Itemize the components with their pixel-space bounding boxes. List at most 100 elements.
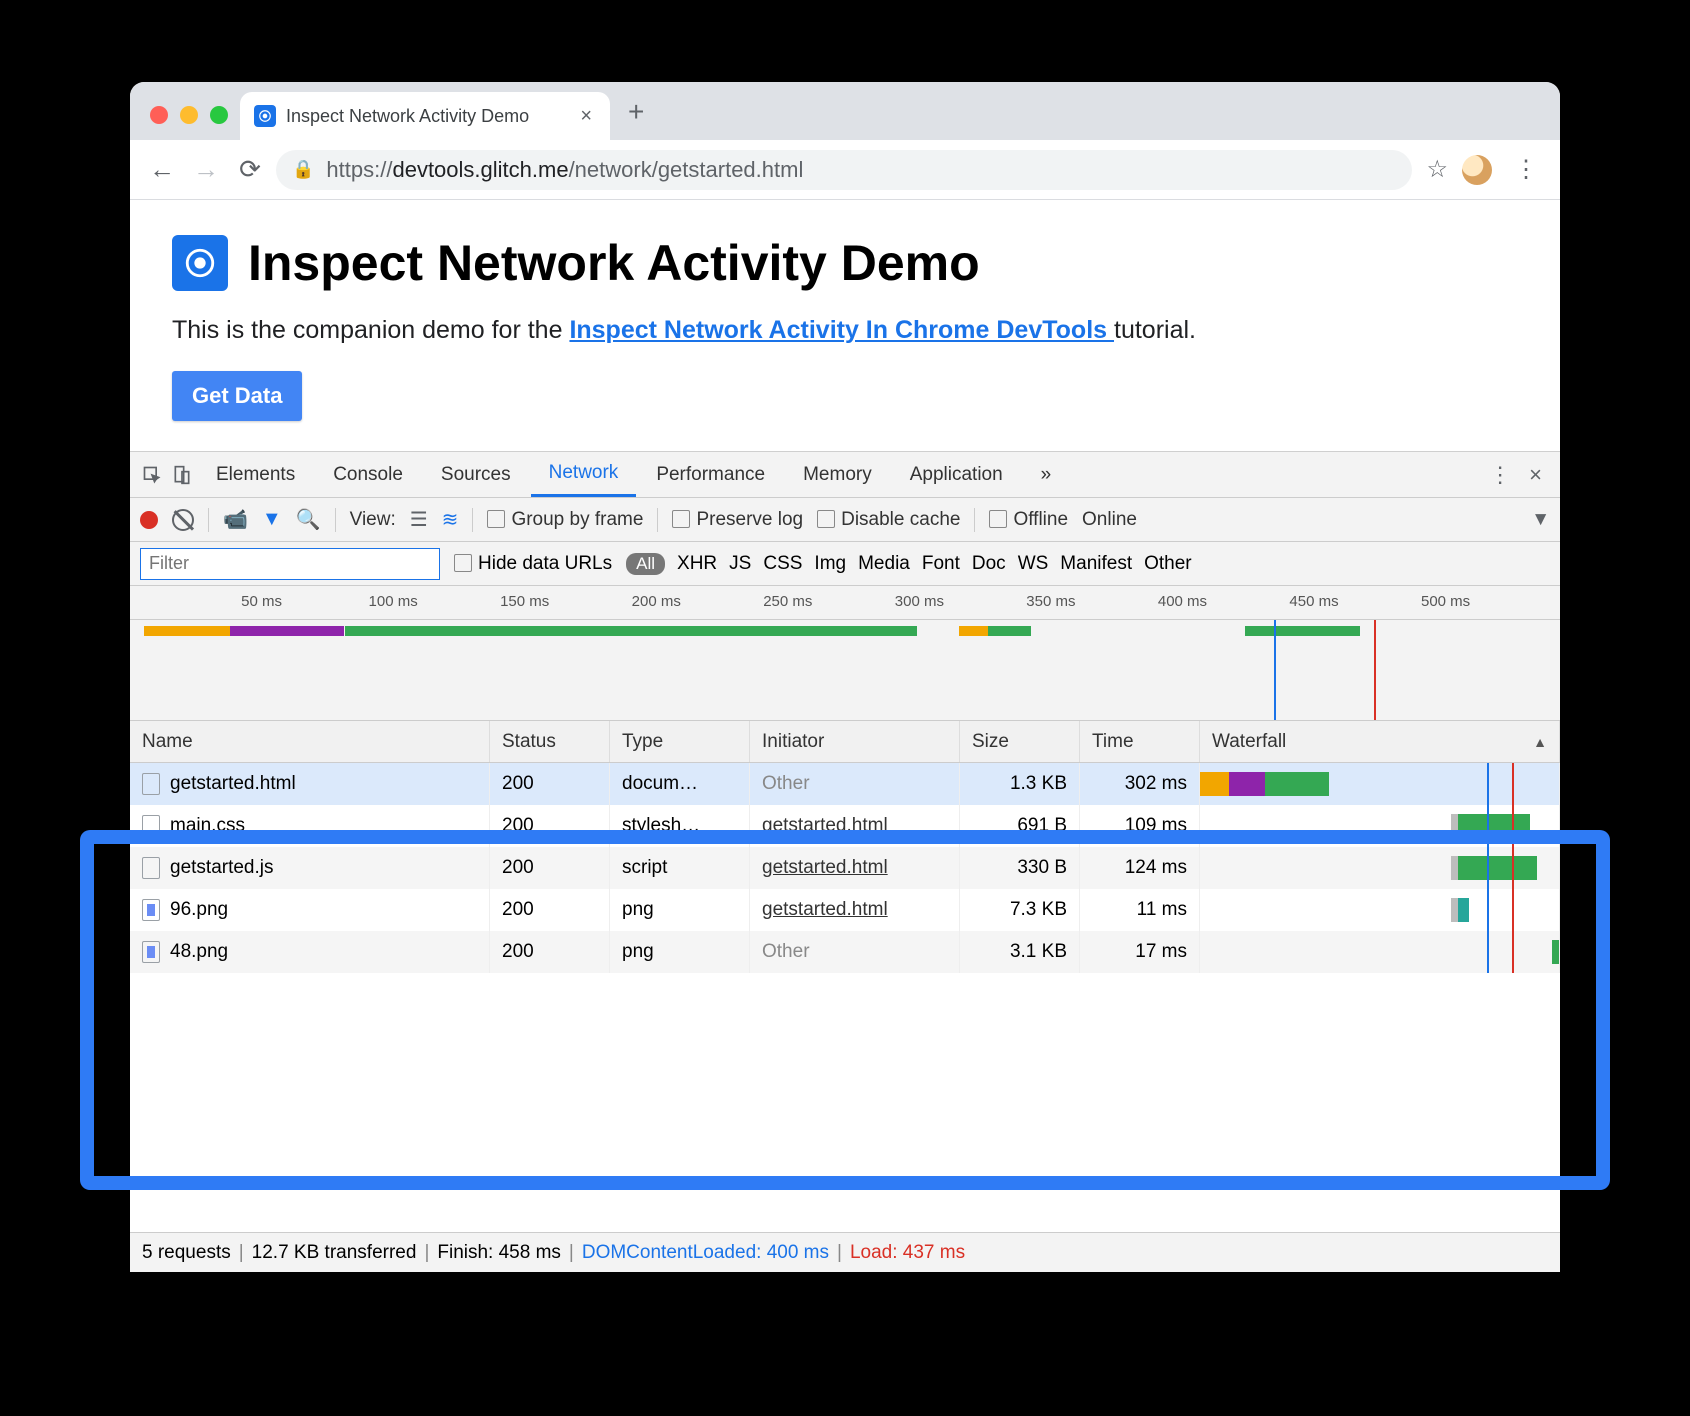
online-label[interactable]: Online xyxy=(1082,509,1137,531)
address-bar-row: ← → ⟳ 🔒 https://devtools.glitch.me/netwo… xyxy=(130,140,1560,200)
devtools-close-icon[interactable]: × xyxy=(1529,462,1542,488)
offline-checkbox[interactable]: Offline xyxy=(989,509,1068,531)
tab-close-icon[interactable]: × xyxy=(580,105,592,128)
inspect-element-icon[interactable] xyxy=(138,461,166,489)
network-toolbar: 📹 ▼ 🔍 View: ☰ ≋ Group by frame Preserve … xyxy=(130,498,1560,542)
col-size[interactable]: Size xyxy=(960,721,1080,762)
get-data-button[interactable]: Get Data xyxy=(172,371,302,421)
clear-button[interactable] xyxy=(172,509,194,531)
table-row[interactable]: getstarted.js200scriptgetstarted.html330… xyxy=(130,847,1560,889)
type-filter-ws[interactable]: WS xyxy=(1018,553,1049,575)
browser-window: Inspect Network Activity Demo × + ← → ⟳ … xyxy=(130,82,1560,1272)
divider xyxy=(335,508,336,532)
page-content: Inspect Network Activity Demo This is th… xyxy=(130,200,1560,451)
tab-strip: Inspect Network Activity Demo × + xyxy=(130,82,1560,140)
ruler-tick: 200 ms xyxy=(632,593,681,610)
type-filter-img[interactable]: Img xyxy=(814,553,846,575)
filter-input[interactable] xyxy=(140,548,440,580)
back-button[interactable]: ← xyxy=(144,152,180,188)
file-icon xyxy=(142,773,160,795)
col-initiator[interactable]: Initiator xyxy=(750,721,960,762)
type-filter-media[interactable]: Media xyxy=(858,553,910,575)
type-filter-font[interactable]: Font xyxy=(922,553,960,575)
ruler-tick: 100 ms xyxy=(369,593,418,610)
type-filter-other[interactable]: Other xyxy=(1144,553,1192,575)
address-bar[interactable]: 🔒 https://devtools.glitch.me/network/get… xyxy=(276,150,1412,190)
disable-cache-checkbox[interactable]: Disable cache xyxy=(817,509,960,531)
close-window-button[interactable] xyxy=(150,106,168,124)
record-button[interactable] xyxy=(140,511,158,529)
type-filter-doc[interactable]: Doc xyxy=(972,553,1006,575)
devtools-tab-memory[interactable]: Memory xyxy=(785,452,890,497)
tutorial-link[interactable]: Inspect Network Activity In Chrome DevTo… xyxy=(569,316,1114,344)
new-tab-button[interactable]: + xyxy=(610,96,662,140)
col-name[interactable]: Name xyxy=(130,721,490,762)
maximize-window-button[interactable] xyxy=(210,106,228,124)
profile-avatar[interactable] xyxy=(1462,155,1492,185)
devtools-menu-icon[interactable]: ⋮ xyxy=(1489,462,1511,488)
hide-data-urls-checkbox[interactable]: Hide data URLs xyxy=(454,553,612,575)
status-load: Load: 437 ms xyxy=(850,1242,965,1264)
type-filters: All XHR JS CSS Img Media Font Doc WS Manifest Othe… xyxy=(626,553,1192,575)
timeline-overview[interactable] xyxy=(130,620,1560,660)
devtools-tab-network[interactable]: Network xyxy=(531,452,637,497)
page-heading: Inspect Network Activity Demo xyxy=(172,234,1518,292)
reload-button[interactable]: ⟳ xyxy=(232,152,268,188)
ruler-tick: 500 ms xyxy=(1421,593,1470,610)
minimize-window-button[interactable] xyxy=(180,106,198,124)
col-status[interactable]: Status xyxy=(490,721,610,762)
preserve-log-checkbox[interactable]: Preserve log xyxy=(672,509,803,531)
throttling-dropdown-icon[interactable]: ▼ xyxy=(1531,509,1550,531)
browser-tab[interactable]: Inspect Network Activity Demo × xyxy=(240,92,610,140)
chrome-menu-icon[interactable]: ⋮ xyxy=(1506,155,1546,184)
forward-button[interactable]: → xyxy=(188,152,224,188)
file-icon xyxy=(142,857,160,879)
favicon-icon xyxy=(254,105,276,127)
col-time[interactable]: Time xyxy=(1080,721,1200,762)
overview-segment xyxy=(988,626,1031,636)
type-filter-js[interactable]: JS xyxy=(729,553,751,575)
devtools-tab-sources[interactable]: Sources xyxy=(423,452,529,497)
table-row[interactable]: 96.png200pnggetstarted.html7.3 KB11 ms xyxy=(130,889,1560,931)
devtools-tab-performance[interactable]: Performance xyxy=(638,452,783,497)
dcl-marker xyxy=(1274,660,1276,720)
status-finish: Finish: 458 ms xyxy=(437,1242,561,1264)
devtools-tab-console[interactable]: Console xyxy=(315,452,421,497)
overview-spacer xyxy=(130,660,1560,720)
divider xyxy=(208,508,209,532)
table-row[interactable]: getstarted.html200docum…Other1.3 KB302 m… xyxy=(130,763,1560,805)
devtools-logo-icon xyxy=(172,235,228,291)
devtools-tab-elements[interactable]: Elements xyxy=(198,452,313,497)
type-filter-manifest[interactable]: Manifest xyxy=(1060,553,1132,575)
url-text: https://devtools.glitch.me/network/getst… xyxy=(326,157,803,183)
status-dcl: DOMContentLoaded: 400 ms xyxy=(582,1242,829,1264)
filter-icon[interactable]: ▼ xyxy=(262,508,282,531)
ruler-tick: 300 ms xyxy=(895,593,944,610)
col-type[interactable]: Type xyxy=(610,721,750,762)
group-by-frame-checkbox[interactable]: Group by frame xyxy=(487,509,643,531)
network-status-bar: 5 requests| 12.7 KB transferred| Finish:… xyxy=(130,1232,1560,1272)
ruler-tick: 450 ms xyxy=(1289,593,1338,610)
devtools-tabs-overflow[interactable]: » xyxy=(1023,452,1070,497)
timeline-ruler: 50 ms100 ms150 ms200 ms250 ms300 ms350 m… xyxy=(130,586,1560,620)
device-toolbar-icon[interactable] xyxy=(168,461,196,489)
table-header[interactable]: NameStatusTypeInitiatorSizeTimeWaterfall… xyxy=(130,721,1560,763)
divider xyxy=(974,508,975,532)
table-row[interactable]: 48.png200pngOther3.1 KB17 ms xyxy=(130,931,1560,973)
file-icon xyxy=(142,941,160,963)
view-label: View: xyxy=(350,509,396,531)
large-rows-icon[interactable]: ☰ xyxy=(410,507,428,532)
waterfall-view-icon[interactable]: ≋ xyxy=(442,507,459,532)
table-row[interactable]: main.css200stylesh…getstarted.html691 B1… xyxy=(130,805,1560,847)
ruler-tick: 50 ms xyxy=(241,593,282,610)
bookmark-icon[interactable]: ☆ xyxy=(1426,155,1448,184)
screenshot-icon[interactable]: 📹 xyxy=(223,507,248,532)
overview-segment xyxy=(345,626,917,636)
type-filter-all[interactable]: All xyxy=(626,553,665,575)
col-waterfall[interactable]: Waterfall▲ xyxy=(1200,721,1560,762)
network-filter-row: Hide data URLs All XHR JS CSS Img Media Font Do… xyxy=(130,542,1560,586)
type-filter-css[interactable]: CSS xyxy=(763,553,802,575)
devtools-tab-application[interactable]: Application xyxy=(892,452,1021,497)
search-icon[interactable]: 🔍 xyxy=(296,507,321,532)
type-filter-xhr[interactable]: XHR xyxy=(677,553,717,575)
